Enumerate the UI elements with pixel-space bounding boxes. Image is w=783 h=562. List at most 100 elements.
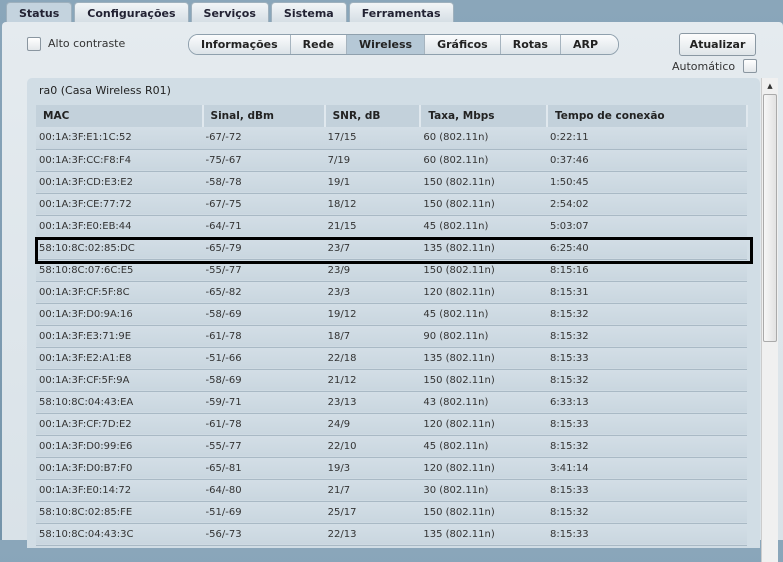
table-cell: 8:15:33 bbox=[547, 523, 747, 546]
subtab-4[interactable]: Rotas bbox=[500, 35, 561, 54]
table-cell: 120 (802.11n) bbox=[420, 413, 547, 436]
table-cell: -67/-72 bbox=[202, 127, 325, 150]
table-cell: -64/-80 bbox=[202, 479, 325, 502]
table-cell: 45 (802.11n) bbox=[420, 435, 547, 458]
table-cell: 18/12 bbox=[324, 193, 421, 216]
table-cell: 21/15 bbox=[324, 215, 421, 238]
table-cell: -61/-78 bbox=[202, 413, 325, 436]
table-cell: 22/10 bbox=[324, 435, 421, 458]
tab-1[interactable]: Configurações bbox=[74, 2, 189, 23]
column-header[interactable]: Tempo de conexão bbox=[547, 105, 748, 127]
table-row: 00:1A:3F:CC:F8:F4 -75/-67 7/19 60 (802.11n)… bbox=[36, 149, 747, 172]
table-cell: 30 (802.11n) bbox=[420, 479, 547, 502]
table-cell: 45 (802.11n) bbox=[420, 215, 547, 238]
table-cell: 150 (802.11n) bbox=[420, 369, 547, 392]
column-header[interactable]: MAC bbox=[36, 105, 204, 127]
tab-3[interactable]: Sistema bbox=[270, 2, 347, 23]
subtabs: Informações Rede Wireless Gráficos Rotas ARP bbox=[188, 34, 620, 55]
table-cell: 150 (802.11n) bbox=[420, 193, 547, 216]
scroll-up-icon[interactable]: ▲ bbox=[762, 78, 778, 94]
column-header[interactable]: SNR, dB bbox=[324, 105, 422, 127]
table-cell: 23/13 bbox=[324, 391, 421, 414]
table-cell: 150 (802.11n) bbox=[420, 501, 547, 524]
table-cell: 150 (802.11n) bbox=[420, 171, 547, 194]
table-cell: 8:15:31 bbox=[547, 281, 747, 304]
table-cell: 0:37:46 bbox=[547, 149, 747, 172]
table-cell: 00:1A:3F:E1:1C:52 bbox=[36, 127, 203, 150]
table-cell: -67/-75 bbox=[202, 193, 325, 216]
table-cell: 5:03:07 bbox=[547, 215, 747, 238]
table-row: 00:1A:3F:CD:E3:E2 -58/-78 19/1 150 (802.11n… bbox=[36, 171, 747, 194]
table-row: 00:1A:3F:D0:9A:16 -58/-69 19/12 45 (802.11n… bbox=[36, 303, 747, 326]
table-row: 00:1A:3F:CF:5F:9A -58/-69 21/12 150 (802.11… bbox=[36, 369, 747, 392]
table-cell: 43 (802.11n) bbox=[420, 391, 547, 414]
table-cell: 22/13 bbox=[324, 523, 421, 546]
stations-table: MAC Sinal, dBm SNR, dB Taxa, Mbps Tempo de c… bbox=[36, 105, 748, 546]
table-cell: 00:1A:3F:CF:7D:E2 bbox=[36, 413, 203, 436]
table-cell: 18/7 bbox=[324, 325, 421, 348]
table-row: 58:10:8C:04:43:EA -59/-71 23/13 43 (802.11n… bbox=[36, 391, 747, 414]
auto-label: Automático bbox=[672, 60, 736, 73]
tab-0[interactable]: Status bbox=[6, 2, 73, 24]
tab-2[interactable]: Serviços bbox=[190, 2, 269, 23]
table-cell: 24/9 bbox=[324, 413, 421, 436]
table-cell: 00:1A:3F:D0:B7:F0 bbox=[36, 457, 203, 480]
scroll-thumb[interactable] bbox=[763, 94, 777, 342]
subtab-3[interactable]: Gráficos bbox=[425, 35, 501, 54]
auto-refresh-checkbox[interactable] bbox=[743, 59, 757, 73]
tab-4[interactable]: Ferramentas bbox=[348, 2, 454, 23]
table-cell: 00:1A:3F:CD:E3:E2 bbox=[36, 171, 203, 194]
panel-title: ra0 (Casa Wireless R01) bbox=[39, 84, 171, 97]
table-cell: 00:1A:3F:CF:5F:8C bbox=[36, 281, 203, 304]
table-cell: -58/-69 bbox=[202, 303, 325, 326]
table-cell: 1:50:45 bbox=[547, 171, 747, 194]
main-panel: Alto contraste Informações Rede Wireless Gr… bbox=[2, 22, 783, 562]
table-cell: 21/7 bbox=[324, 479, 421, 502]
table-row: 00:1A:3F:E3:71:9E -61/-78 18/7 90 (802.11n)… bbox=[36, 325, 747, 348]
table-cell: 21/12 bbox=[324, 369, 421, 392]
table-cell: 2:54:02 bbox=[547, 193, 747, 216]
table-cell: -59/-71 bbox=[202, 391, 325, 414]
table-cell: 3:41:14 bbox=[547, 457, 747, 480]
column-header[interactable]: Sinal, dBm bbox=[202, 105, 326, 127]
table-cell: -58/-78 bbox=[202, 171, 325, 194]
high-contrast-checkbox[interactable] bbox=[27, 37, 41, 51]
table-row: 00:1A:3F:CF:7D:E2 -61/-78 24/9 120 (802.11n… bbox=[36, 413, 747, 436]
table-cell: 58:10:8C:04:43:EA bbox=[36, 391, 203, 414]
table-cell: 60 (802.11n) bbox=[420, 127, 547, 150]
subtab-0[interactable]: Informações bbox=[189, 35, 291, 54]
refresh-button[interactable]: Atualizar bbox=[679, 33, 756, 56]
subtab-5[interactable]: ARP bbox=[560, 35, 619, 54]
table-row: 00:1A:3F:E1:1C:52 -67/-72 17/15 60 (802.11n… bbox=[36, 127, 747, 150]
subtab-2[interactable]: Wireless bbox=[346, 35, 426, 54]
table-cell: 60 (802.11n) bbox=[420, 149, 547, 172]
table-cell: -65/-82 bbox=[202, 281, 325, 304]
table-cell: 8:15:32 bbox=[547, 325, 747, 348]
table-cell: -61/-78 bbox=[202, 325, 325, 348]
wireless-panel: ra0 (Casa Wireless R01) MAC Sinal, dBm SNR… bbox=[27, 78, 760, 548]
table-row: 58:10:8C:04:43:3C -56/-73 22/13 135 (802.11… bbox=[36, 523, 747, 546]
table-cell: 00:1A:3F:E0:EB:44 bbox=[36, 215, 203, 238]
table-cell: 45 (802.11n) bbox=[420, 303, 547, 326]
table-cell: 135 (802.11n) bbox=[420, 523, 547, 546]
table-cell: 00:1A:3F:D0:99:E6 bbox=[36, 435, 203, 458]
table-row: 00:1A:3F:D0:99:E6 -55/-77 22/10 45 (802.11n… bbox=[36, 435, 747, 458]
table-cell: 22/18 bbox=[324, 347, 421, 370]
table-cell: 8:15:33 bbox=[547, 413, 747, 436]
table-row: 00:1A:3F:CF:5F:8C -65/-82 23/3 120 (802.11n… bbox=[36, 281, 747, 304]
table-cell: 00:1A:3F:CE:77:72 bbox=[36, 193, 203, 216]
column-header[interactable]: Taxa, Mbps bbox=[420, 105, 548, 127]
subtab-1[interactable]: Rede bbox=[290, 35, 347, 54]
table-row: 00:1A:3F:E0:14:72 -64/-80 21/7 30 (802.11n)… bbox=[36, 479, 747, 502]
table-cell: 8:15:32 bbox=[547, 435, 747, 458]
table-cell: 90 (802.11n) bbox=[420, 325, 547, 348]
table-cell: 23/3 bbox=[324, 281, 421, 304]
table-cell: -51/-69 bbox=[202, 501, 325, 524]
table-cell: -65/-81 bbox=[202, 457, 325, 480]
table-cell: 135 (802.11n) bbox=[420, 347, 547, 370]
table-cell: 120 (802.11n) bbox=[420, 457, 547, 480]
table-cell: 19/12 bbox=[324, 303, 421, 326]
table-cell: 8:15:32 bbox=[547, 501, 747, 524]
table-cell: -58/-69 bbox=[202, 369, 325, 392]
scrollbar[interactable]: ▲ bbox=[761, 78, 778, 562]
